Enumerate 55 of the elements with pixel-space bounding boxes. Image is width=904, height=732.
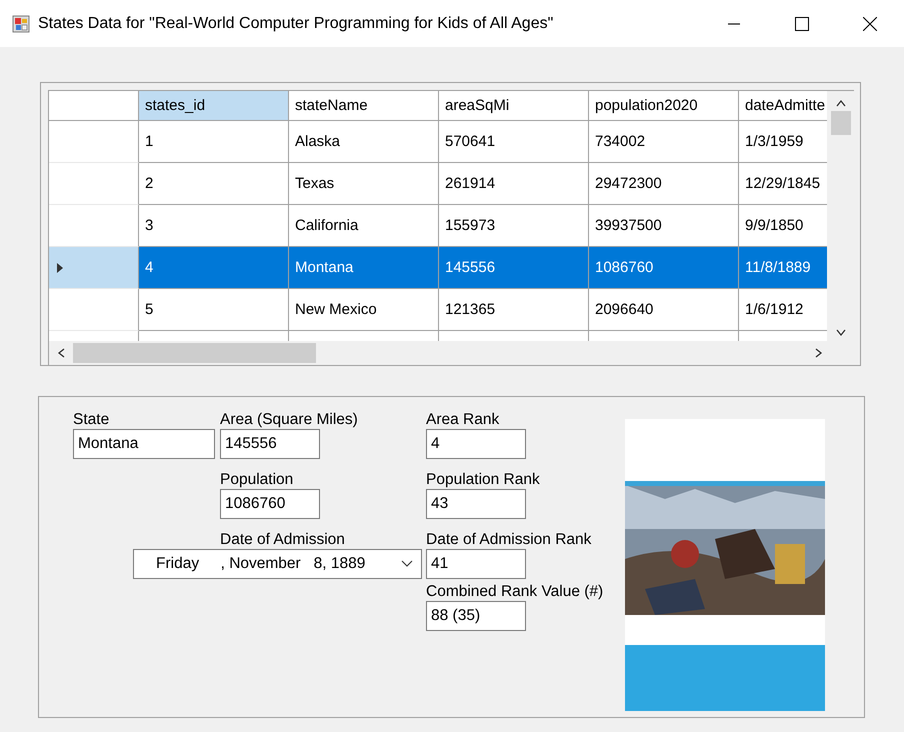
field-label: Date of Admission bbox=[220, 531, 346, 549]
column-header[interactable]: population2020 bbox=[589, 91, 739, 121]
current-row-icon bbox=[57, 262, 63, 272]
row-header[interactable] bbox=[49, 247, 139, 289]
row-header[interactable] bbox=[49, 121, 139, 163]
table-cell: New Mexico bbox=[289, 289, 439, 331]
row-header[interactable] bbox=[49, 205, 139, 247]
app-icon bbox=[12, 14, 30, 32]
row-header[interactable] bbox=[49, 163, 139, 205]
corner-header[interactable] bbox=[49, 91, 139, 121]
input-field[interactable]: 43 bbox=[426, 489, 526, 519]
scroll-thumb[interactable] bbox=[830, 111, 851, 135]
table-cell: 570641 bbox=[439, 121, 589, 163]
table-cell: 4 bbox=[139, 247, 289, 289]
table-cell: Alaska bbox=[289, 121, 439, 163]
scroll-up-icon[interactable] bbox=[836, 99, 846, 107]
input-field[interactable]: 4 bbox=[426, 429, 526, 459]
table-cell: 145556 bbox=[439, 247, 589, 289]
dropdown-caret-icon[interactable] bbox=[401, 560, 413, 568]
field-label: Population Rank bbox=[426, 471, 541, 489]
column-header[interactable]: states_id bbox=[139, 91, 289, 121]
scroll-down-icon[interactable] bbox=[836, 329, 846, 337]
table-cell: Texas bbox=[289, 163, 439, 205]
field-label: State bbox=[73, 411, 110, 429]
input-field[interactable]: 41 bbox=[426, 549, 526, 579]
table-cell: 5 bbox=[139, 289, 289, 331]
table-cell: 2 bbox=[139, 163, 289, 205]
maximize-icon bbox=[795, 16, 809, 30]
table-cell: 734002 bbox=[589, 121, 739, 163]
input-field[interactable]: Montana bbox=[73, 429, 215, 459]
column-header[interactable]: stateName bbox=[289, 91, 439, 121]
close-icon bbox=[863, 16, 877, 30]
table-cell: 29472300 bbox=[589, 163, 739, 205]
table-cell: 1 bbox=[139, 121, 289, 163]
field-label: Date of Admission Rank bbox=[426, 531, 592, 549]
scroll-left-icon[interactable] bbox=[57, 348, 65, 358]
table-cell: Montana bbox=[289, 247, 439, 289]
table-cell: 121365 bbox=[439, 289, 589, 331]
date-picker[interactable]: Friday , November 8, 1889 bbox=[133, 549, 422, 579]
window-title: States Data for "Real-World Computer Programming for Kids of All Ages" bbox=[38, 14, 554, 32]
input-field[interactable]: 145556 bbox=[220, 429, 320, 459]
field-label: Area (Square Miles) bbox=[220, 411, 359, 429]
table-cell: 11/8/1889 bbox=[739, 247, 828, 289]
column-header[interactable]: areaSqMi bbox=[439, 91, 589, 121]
table-cell: 1086760 bbox=[589, 247, 739, 289]
field-label: Combined Rank Value (#) bbox=[426, 583, 604, 601]
field-label: Area Rank bbox=[426, 411, 500, 429]
scroll-thumb[interactable] bbox=[73, 343, 316, 363]
field-label: Population bbox=[220, 471, 294, 489]
table-cell: 2096640 bbox=[589, 289, 739, 331]
input-field[interactable]: 88 (35) bbox=[426, 601, 526, 631]
table-cell: 261914 bbox=[439, 163, 589, 205]
input-field[interactable]: 1086760 bbox=[220, 489, 320, 519]
row-header[interactable] bbox=[49, 289, 139, 331]
scroll-right-icon[interactable] bbox=[815, 348, 823, 358]
